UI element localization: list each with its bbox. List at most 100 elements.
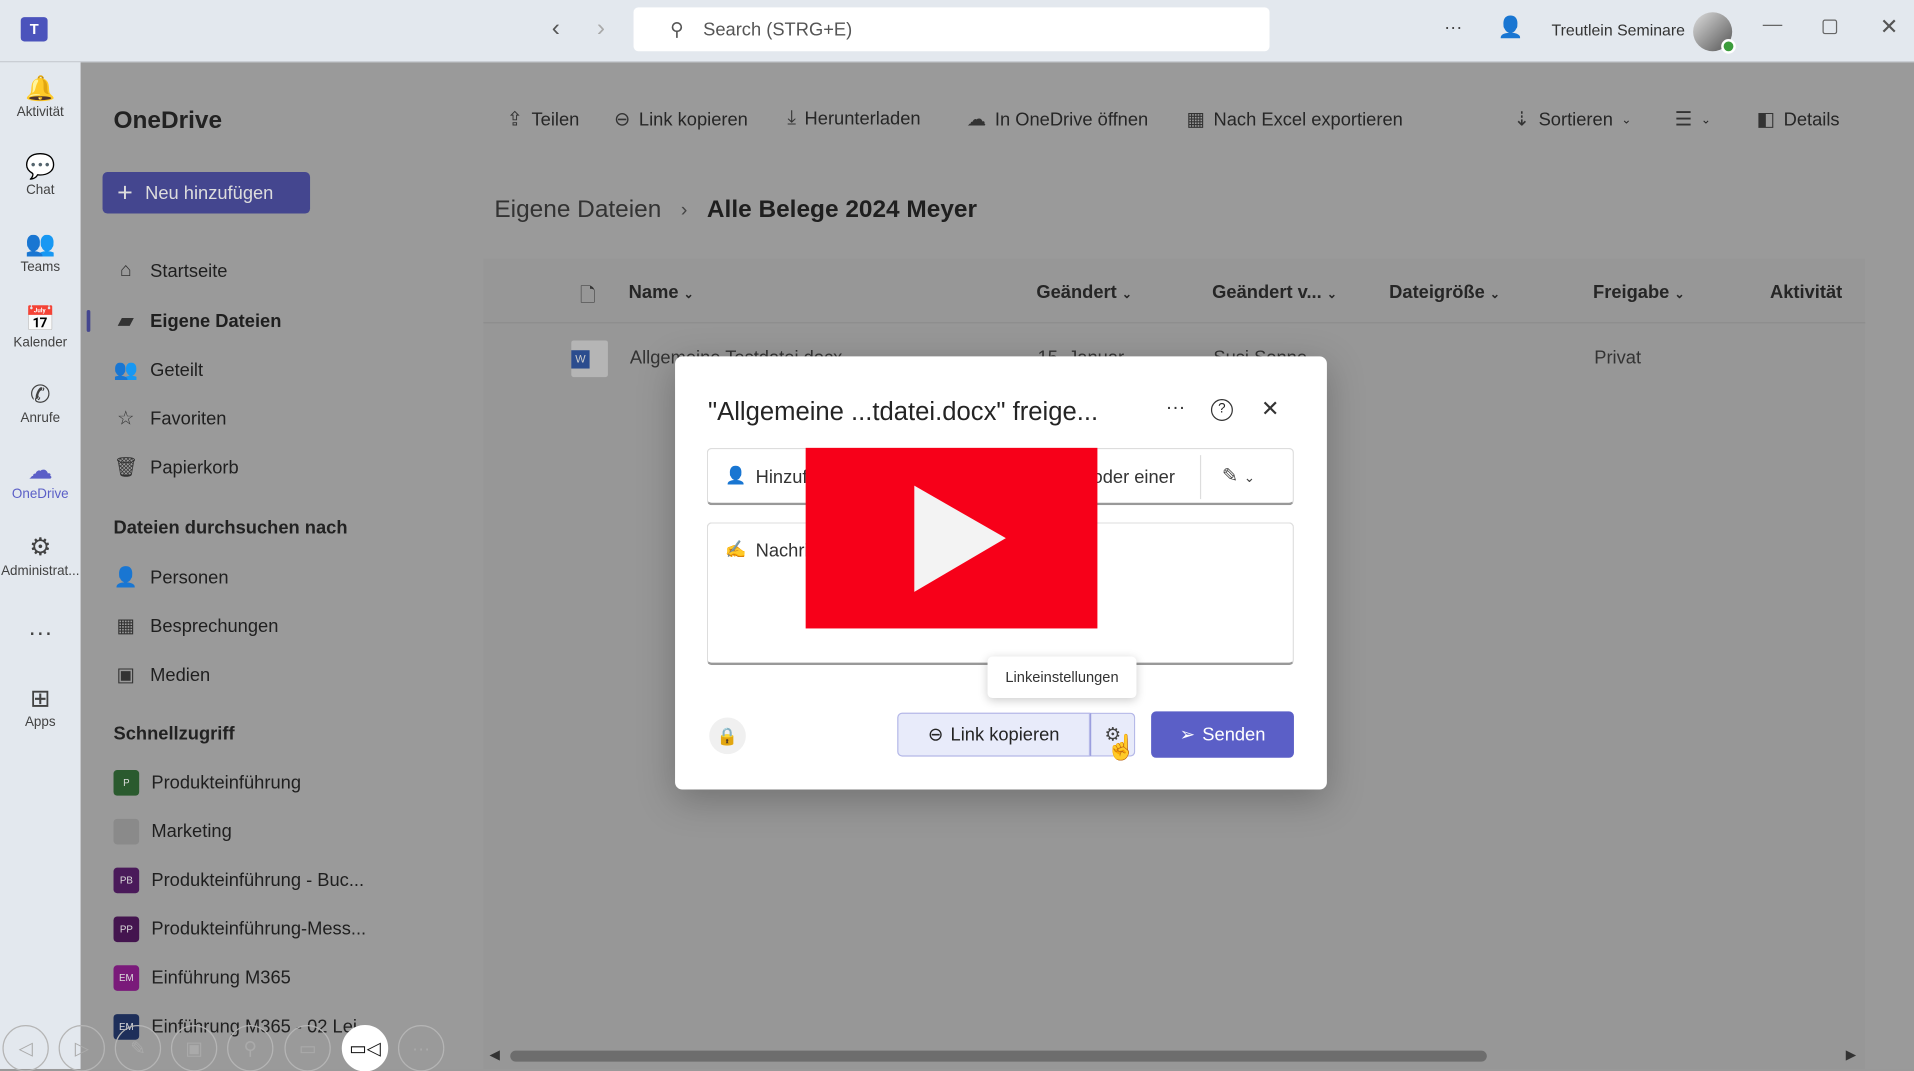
rail-item-phone[interactable]: ✆ Anrufe: [0, 380, 81, 426]
send-button[interactable]: ➢ Senden: [1151, 711, 1294, 758]
add-apps-icon: ⊞: [30, 685, 51, 713]
quick-access-item[interactable]: PB Produkteinführung - Buc...: [113, 867, 364, 894]
avatar[interactable]: [1693, 12, 1736, 54]
quick-access-item[interactable]: Marketing: [113, 818, 232, 845]
team-avatar: EM: [113, 965, 140, 991]
export-excel-button[interactable]: ▦ Nach Excel exportieren: [1187, 107, 1403, 131]
quick-access-title: Schnellzugriff: [113, 723, 235, 745]
permission-dropdown[interactable]: ✎ ⌄: [1222, 464, 1255, 488]
restore-button[interactable]: [1822, 19, 1838, 35]
notification-person-icon[interactable]: 👤: [1498, 16, 1524, 40]
horizontal-scrollbar[interactable]: [510, 1050, 1487, 1062]
close-window-button[interactable]: ✕: [1880, 15, 1898, 41]
title-bar: T ‹ › ⚲ Search (STRG+E) ··· 👤 Treutlein …: [0, 0, 1914, 63]
video-play-overlay[interactable]: [805, 447, 1098, 629]
team-avatar: P: [113, 770, 140, 796]
nav-icon: 👥: [113, 359, 138, 381]
browse-icon: ▣: [116, 665, 135, 686]
message-icon: ✍: [725, 539, 747, 559]
scroll-left-arrow[interactable]: ◀: [490, 1047, 500, 1063]
dialog-more-button[interactable]: ···: [1166, 398, 1186, 420]
active-indicator: [86, 309, 91, 332]
subtitles-button[interactable]: ▭: [284, 1025, 331, 1071]
column-header[interactable]: Freigabe ⌄: [1593, 282, 1685, 303]
browse-item-1[interactable]: ▦ Besprechungen: [114, 614, 279, 638]
rail-item-calendar[interactable]: 📅 Kalender: [0, 304, 81, 350]
file-type-icon: 🗋: [579, 285, 596, 307]
pen-tool-button[interactable]: ✎: [114, 1025, 162, 1071]
team-avatar: PP: [113, 916, 140, 943]
browse-item-0[interactable]: 👤 Personen: [114, 565, 229, 589]
rail-item-admin[interactable]: ⚙ Administrat...: [0, 532, 81, 578]
team-avatar: [113, 818, 140, 845]
help-icon[interactable]: ?: [1210, 399, 1233, 422]
column-header[interactable]: Dateigröße ⌄: [1389, 282, 1500, 303]
more-options-button[interactable]: ···: [1444, 17, 1462, 38]
rail-item-cloud[interactable]: ☁ OneDrive: [0, 455, 81, 502]
zoom-button[interactable]: ⚲: [227, 1025, 274, 1071]
cloud-icon: ☁: [966, 109, 987, 131]
slides-overview-button[interactable]: ▣: [170, 1025, 218, 1071]
quick-access-item[interactable]: EM Einführung M365: [113, 965, 291, 991]
rail-item-add-apps[interactable]: ⊞ Apps: [0, 683, 81, 730]
rail-item-bell[interactable]: 🔔 Aktivität: [0, 73, 81, 120]
copy-link-button[interactable]: ⊖ Link kopieren: [897, 712, 1091, 757]
sidebar-item-2[interactable]: 👥 Geteilt: [114, 358, 204, 382]
more-controls-button[interactable]: ···: [397, 1025, 445, 1071]
user-name[interactable]: Treutlein Seminare: [1552, 21, 1685, 39]
details-button[interactable]: ◧ Details: [1757, 107, 1840, 131]
browse-section-title: Dateien durchsuchen nach: [113, 517, 348, 539]
tooltip: Linkeinstellungen: [987, 656, 1137, 699]
nav-icon: ☆: [116, 408, 135, 430]
link-icon: ⊖: [614, 109, 631, 131]
admin-icon: ⚙: [29, 534, 52, 562]
new-add-button[interactable]: + Neu hinzufügen: [102, 172, 311, 214]
open-in-onedrive-button[interactable]: ☁ In OneDrive öffnen: [967, 107, 1148, 131]
share-button[interactable]: ⇪ Teilen: [507, 107, 580, 131]
download-button[interactable]: ⤓ Herunterladen: [787, 107, 920, 129]
share-icon: ⇪: [506, 109, 523, 131]
search-input[interactable]: ⚲ Search (STRG+E): [633, 7, 1270, 52]
browse-item-2[interactable]: ▣ Medien: [114, 663, 211, 687]
camera-button[interactable]: ▭◁: [341, 1025, 389, 1071]
breadcrumb: Eigene Dateien › Alle Belege 2024 Meyer: [494, 196, 977, 224]
bell-icon: 🔔: [25, 75, 56, 103]
send-icon: ➢: [1179, 724, 1195, 746]
close-icon[interactable]: ✕: [1261, 397, 1279, 423]
sidebar-item-1[interactable]: ▰ Eigene Dateien: [114, 309, 281, 333]
chevron-down-icon: ⌄: [1243, 471, 1255, 486]
plus-icon: +: [117, 176, 133, 208]
sidebar-title: OneDrive: [113, 107, 223, 135]
minimize-button[interactable]: —: [1763, 15, 1783, 37]
details-pane-icon: ◧: [1756, 109, 1776, 131]
copy-link-button[interactable]: ⊖ Link kopieren: [614, 107, 748, 131]
forward-button[interactable]: ›: [597, 15, 605, 43]
view-options-button[interactable]: ☰ ⌄: [1675, 107, 1711, 131]
column-header[interactable]: Geändert ⌄: [1036, 282, 1132, 303]
sort-button[interactable]: ⇣ Sortieren ⌄: [1514, 107, 1632, 131]
quick-access-item[interactable]: P Produkteinführung: [113, 770, 301, 796]
breadcrumb-current: Alle Belege 2024 Meyer: [706, 196, 977, 224]
column-header[interactable]: Name ⌄: [629, 282, 694, 303]
sidebar-item-0[interactable]: ⌂ Startseite: [114, 260, 228, 282]
quick-access-item[interactable]: PP Produkteinführung-Mess...: [113, 916, 366, 943]
scroll-right-arrow[interactable]: ▶: [1846, 1047, 1856, 1063]
rail-item-teams[interactable]: 👥 Teams: [0, 228, 81, 275]
column-header[interactable]: Geändert v... ⌄: [1212, 282, 1337, 303]
next-slide-button[interactable]: ▷: [58, 1025, 105, 1071]
sidebar-item-4[interactable]: 🗑 Papierkorb: [114, 455, 239, 479]
more-icon: ···: [28, 619, 53, 647]
rail-item-chat[interactable]: 💬 Chat: [0, 151, 81, 198]
column-header[interactable]: Aktivität: [1770, 282, 1842, 303]
team-avatar: PB: [113, 867, 140, 894]
cloud-icon: ☁: [28, 457, 53, 485]
back-button[interactable]: ‹: [552, 15, 560, 43]
breadcrumb-root[interactable]: Eigene Dateien: [494, 196, 661, 224]
rail-item-more[interactable]: ···: [0, 617, 81, 649]
sidebar-item-3[interactable]: ☆ Favoriten: [114, 406, 227, 430]
lock-icon[interactable]: 🔒: [709, 717, 746, 755]
dialog-title: "Allgemeine ...tdatei.docx" freige...: [708, 397, 1099, 426]
prev-slide-button[interactable]: ◁: [2, 1025, 49, 1071]
sort-icon: ⇣: [1513, 109, 1531, 131]
calendar-icon: 📅: [25, 306, 56, 334]
